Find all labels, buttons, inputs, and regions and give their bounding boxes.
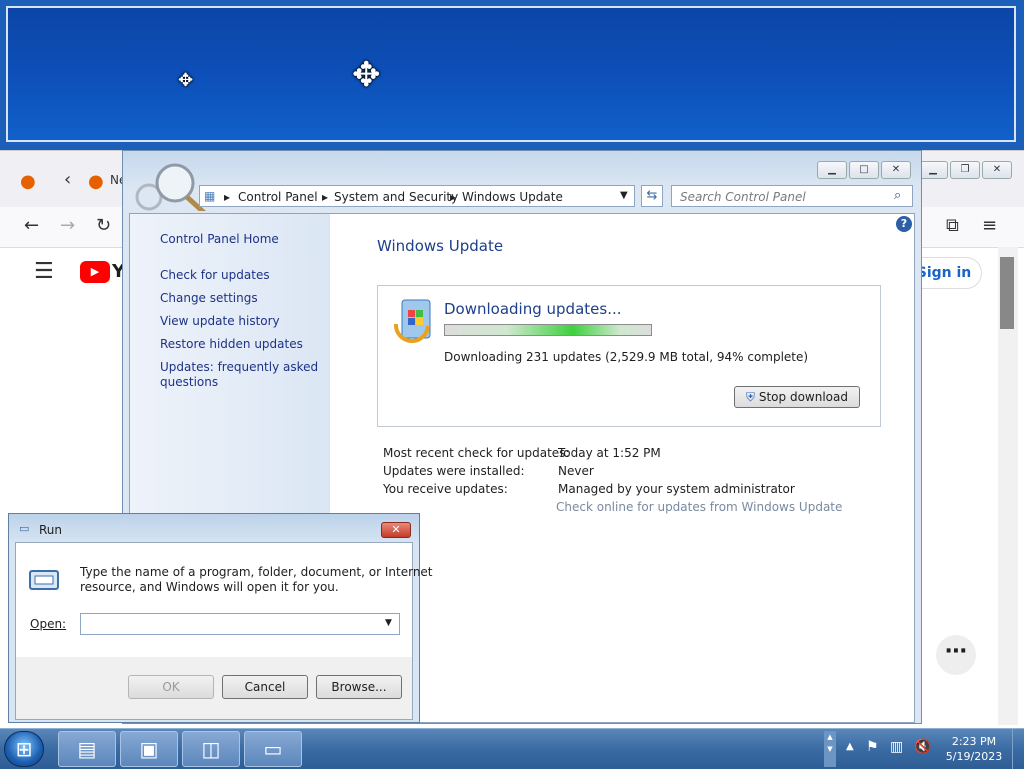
run-description-line2: resource, and Windows will open it for y… [80,580,339,594]
volume-muted-icon[interactable]: 🔇 [914,739,931,755]
more-options-button[interactable]: ⋯ [936,635,976,675]
breadcrumb-separator-icon[interactable]: ▸ [224,190,230,204]
recent-check-label: Most recent check for updates: [383,446,570,460]
run-description-area [16,543,412,657]
firefox-icon: ● [88,171,104,192]
run-description-line1: Type the name of a program, folder, docu… [80,565,433,579]
open-label: Open: [30,617,67,631]
run-title: Run [39,523,63,537]
nav-faq[interactable]: Updates: frequently asked [160,360,318,374]
nav-control-panel-home[interactable]: Control Panel Home [160,232,279,246]
show-hidden-icons-icon[interactable]: ▲ [846,741,854,752]
windows-start-orb-icon[interactable]: ⊞ [4,731,44,767]
run-title-icon: ▭ [19,522,30,535]
page-title: Windows Update [377,237,504,255]
receive-label: You receive updates: [383,482,508,496]
youtube-logo-icon[interactable]: ▶ [80,261,110,283]
uac-shield-icon: ⛨ [746,390,756,404]
nav-view-update-history[interactable]: View update history [160,314,280,328]
reload-icon[interactable]: ↻ [96,215,111,236]
browser-restore-button[interactable]: ❐ [950,161,980,179]
clock-time: 2:23 PM [951,735,997,748]
browse-button[interactable]: Browse... [316,675,402,699]
installed-label: Updates were installed: [383,464,525,478]
blue-window[interactable]: ✥ ✥ [6,6,1016,142]
extensions-icon[interactable]: ⧉ [946,215,959,236]
open-dropdown-icon[interactable]: ▼ [385,618,392,628]
ok-button[interactable]: OK [128,675,214,699]
cp-close-button[interactable]: ✕ [881,161,911,179]
nav-faq-line2[interactable]: questions [160,375,218,389]
forward-arrow-icon[interactable]: → [60,215,75,236]
breadcrumb-separator-icon[interactable]: ▸ [450,190,456,204]
browser-minimize-button[interactable]: ▁ [918,161,948,179]
show-desktop-button[interactable] [1012,729,1024,769]
nav-restore-hidden-updates[interactable]: Restore hidden updates [160,337,303,351]
taskbar-scroll-arrows[interactable]: ▲ ▼ [824,731,836,767]
breadcrumb-separator-icon[interactable]: ▸ [322,190,328,204]
nav-check-for-updates[interactable]: Check for updates [160,268,270,282]
clock-date: 5/19/2023 [945,750,1003,763]
network-icon[interactable]: ▥ [890,739,903,755]
download-progress-bar [444,324,652,336]
taskbar: ⊞ ▤ ▣ ◫ ▭ ▲ ▼ ▲ ⚑ ▥ 🔇 2:23 PM 5/19/2023 [0,728,1024,769]
taskbar-control-panel-button[interactable]: ▣ [120,731,178,767]
cp-maximize-button[interactable]: □ [849,161,879,179]
address-dropdown-icon[interactable]: ▼ [620,190,628,201]
windows-update-icon [392,296,436,344]
menu-icon[interactable]: ≡ [982,215,997,236]
download-panel: Downloading updates... Downloading 231 u… [377,285,881,427]
taskbar-clock[interactable]: 2:23 PM 5/19/2023 [944,734,1004,764]
cp-minimize-button[interactable]: ▁ [817,161,847,179]
nav-change-settings[interactable]: Change settings [160,291,258,305]
action-center-flag-icon[interactable]: ⚑ [866,739,879,755]
taskbar-app-button[interactable]: ◫ [182,731,240,767]
address-bar[interactable]: ▦ ▸ Control Panel ▸ System and Security … [199,185,635,207]
taskbar-run-button[interactable]: ▭ [244,731,302,767]
check-online-link[interactable]: Check online for updates from Windows Up… [556,500,842,514]
browser-close-button[interactable]: ✕ [982,161,1012,179]
browser-scrollbar-thumb[interactable] [1000,257,1014,329]
tab-scroll-left-icon[interactable]: ‹ [64,169,71,190]
receive-value: Managed by your system administrator [558,482,795,496]
stop-download-button[interactable]: ⛨ Stop download [734,386,860,408]
run-icon [28,567,60,593]
search-icon[interactable]: ⌕ [894,188,901,203]
hamburger-menu-icon[interactable]: ☰ [34,259,54,284]
refresh-button[interactable]: ⇆ [641,185,663,207]
search-placeholder[interactable]: Search Control Panel [680,190,806,204]
download-status: Downloading 231 updates (2,529.9 MB tota… [444,350,809,364]
run-body: Type the name of a program, folder, docu… [15,542,433,720]
stop-download-label: Stop download [758,390,848,404]
move-cursor-icon: ✥ [178,70,194,91]
cancel-button[interactable]: Cancel [222,675,308,699]
breadcrumb-windows-update[interactable]: Windows Update [462,190,563,204]
search-box[interactable]: Search Control Panel ⌕ [671,185,913,207]
control-panel-icon: ▦ [204,189,216,203]
recent-check-value: Today at 1:52 PM [558,446,661,460]
help-icon[interactable]: ? [896,216,912,232]
firefox-icon: ● [20,171,36,192]
breadcrumb-control-panel[interactable]: Control Panel [238,190,318,204]
taskbar-explorer-button[interactable]: ▤ [58,731,116,767]
installed-value: Never [558,464,594,478]
download-heading: Downloading updates... [444,300,622,318]
run-close-button[interactable]: ✕ [381,522,411,538]
back-arrow-icon[interactable]: ← [24,215,39,236]
open-combobox[interactable]: ▼ [80,613,400,635]
move-cursor-icon: ✥ [352,55,381,95]
run-dialog[interactable]: ▭ Run ✕ Type the name of a program, fold… [8,513,433,723]
breadcrumb-system-security[interactable]: System and Security [334,190,458,204]
